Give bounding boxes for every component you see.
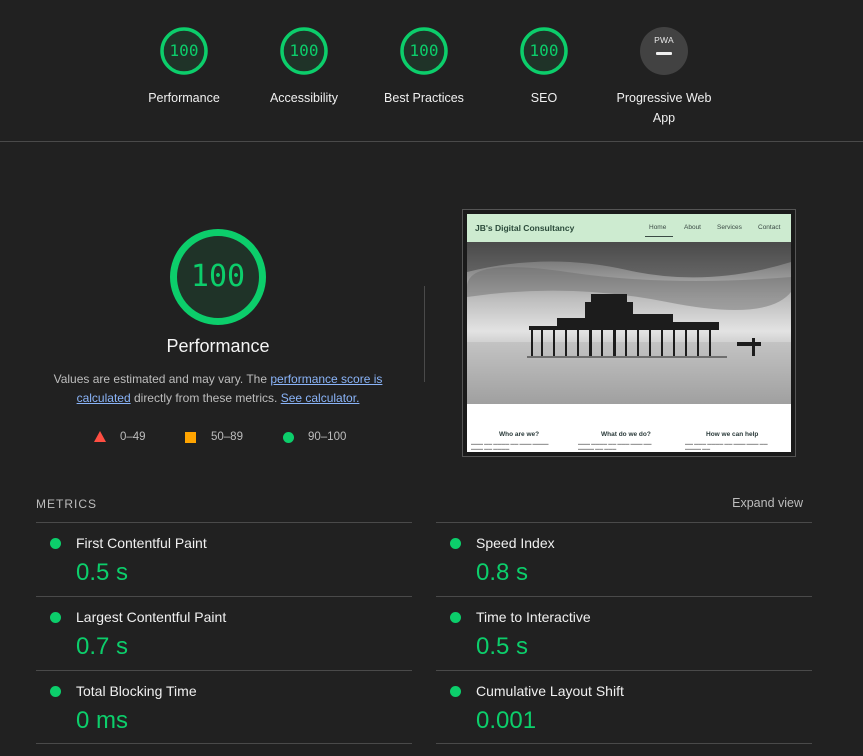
pass-circle-icon — [450, 686, 461, 697]
metric-name: Total Blocking Time — [76, 683, 197, 699]
metric-name: Cumulative Layout Shift — [476, 683, 624, 699]
gauge-label: Performance — [148, 91, 220, 105]
gauge-accessibility[interactable]: 100 Accessibility — [244, 26, 364, 108]
gauge-pwa[interactable]: PWA Progressive Web App — [604, 26, 724, 128]
gauge-score: 100 — [529, 41, 559, 60]
see-calculator-link[interactable]: See calculator. — [281, 391, 360, 405]
header-divider — [0, 141, 863, 142]
performance-description: Values are estimated and may vary. The p… — [38, 370, 398, 408]
screenshot-brand: JB's Digital Consultancy — [475, 223, 575, 233]
screenshot-nav-link: Contact — [758, 224, 781, 231]
active-nav-indicator — [645, 236, 673, 237]
pass-circle-icon — [50, 612, 61, 623]
screenshot-nav-link: About — [684, 224, 701, 231]
metric-value: 0.7 s — [76, 633, 129, 660]
pwa-dash-icon — [656, 52, 672, 55]
pass-circle-icon — [450, 612, 461, 623]
metrics-divider — [36, 743, 412, 744]
gauge-best-practices[interactable]: 100 Best Practices — [364, 26, 484, 108]
pass-circle-icon — [450, 538, 461, 549]
metric-largest-contentful-paint: Largest Contentful Paint 0.7 s — [36, 596, 412, 670]
gauge-seo[interactable]: 100 SEO — [484, 26, 604, 108]
metric-name: Speed Index — [476, 535, 555, 551]
screenshot-nav-link: Home — [649, 224, 667, 231]
screenshot-nav-link: Services — [717, 224, 742, 231]
pass-circle-icon — [50, 538, 61, 549]
gauge-label: Accessibility — [269, 91, 339, 105]
pier-photo — [467, 242, 791, 404]
metric-value: 0.5 s — [476, 633, 529, 660]
performance-title: Performance — [166, 336, 270, 356]
gauge-ring: 100 — [279, 26, 329, 76]
gauge-score: 100 — [409, 41, 439, 60]
metric-cumulative-layout-shift: Cumulative Layout Shift 0.001 — [436, 670, 812, 744]
gauge-performance[interactable]: 100 Performance — [124, 26, 244, 108]
screenshot-section-title: Who are we? — [499, 431, 540, 438]
triangle-icon — [94, 431, 106, 442]
desc-text: directly from these metrics. — [130, 391, 281, 405]
legend-average-label: 50–89 — [211, 431, 243, 443]
circle-icon — [283, 432, 294, 443]
gauge-label: Progressive Web App — [604, 88, 724, 128]
metrics-divider — [436, 743, 812, 744]
gauge-score: 100 — [169, 41, 199, 60]
screenshot-blurred-text: ▬▬ ▬▬▬ ▬▬▬▬ ▬▬ ▬▬▬ ▬▬▬ ▬▬ ▬▬▬▬ ▬▬ — [685, 441, 768, 451]
screenshot-section-title: What do we do? — [601, 431, 651, 438]
gauge-ring: 100 — [399, 26, 449, 76]
metric-first-contentful-paint: First Contentful Paint 0.5 s — [36, 522, 412, 596]
desc-text: Values are estimated and may vary. The — [53, 372, 271, 386]
metric-value: 0.001 — [476, 707, 537, 734]
legend-fail-label: 0–49 — [120, 431, 146, 443]
screenshot-blurred-text: ▬▬▬ ▬▬▬▬ ▬▬ ▬▬▬ ▬▬▬ ▬▬ ▬▬▬▬ ▬▬ ▬▬▬ — [578, 441, 652, 451]
pwa-label-line1: Progressive Web — [616, 91, 712, 105]
expand-view-toggle[interactable]: Expand view — [732, 496, 803, 510]
metric-value: 0.5 s — [76, 559, 129, 586]
metric-speed-index: Speed Index 0.8 s — [436, 522, 812, 596]
gauge-label: SEO — [530, 91, 558, 105]
screenshot-page: JB's Digital Consultancy Home About Serv… — [467, 214, 791, 452]
pwa-label-line2: App — [652, 111, 676, 125]
metric-time-to-interactive: Time to Interactive 0.5 s — [436, 596, 812, 670]
performance-gauge: 100 — [168, 227, 268, 327]
screenshot-blurred-text: ▬▬▬ ▬▬ ▬▬▬▬ ▬▬ ▬▬▬ ▬▬▬▬ ▬▬▬ ▬▬ ▬▬▬▬ — [471, 441, 549, 451]
metric-name: Largest Contentful Paint — [76, 609, 227, 625]
pwa-badge-icon: PWA — [639, 26, 689, 76]
gauge-label: Best Practices — [384, 91, 464, 105]
final-screenshot[interactable]: JB's Digital Consultancy Home About Serv… — [462, 209, 796, 457]
pass-circle-icon — [50, 686, 61, 697]
metric-value: 0.8 s — [476, 559, 529, 586]
performance-score: 100 — [190, 259, 246, 294]
category-gauges: 100 Performance 100 Accessibility 100 Be… — [0, 0, 863, 141]
square-icon — [185, 432, 196, 443]
gauge-score: 100 — [289, 41, 319, 60]
metric-name: Time to Interactive — [476, 609, 591, 625]
metric-value: 0 ms — [76, 707, 129, 734]
legend-pass-label: 90–100 — [308, 431, 347, 443]
metrics-header: METRICS — [36, 497, 97, 511]
screenshot-section-title: How we can help — [706, 431, 759, 438]
screenshot-navbar: JB's Digital Consultancy Home About Serv… — [467, 214, 791, 242]
gauge-ring: 100 — [519, 26, 569, 76]
pwa-badge-text: PWA — [654, 35, 674, 45]
metric-name: First Contentful Paint — [76, 535, 207, 551]
metric-total-blocking-time: Total Blocking Time 0 ms — [36, 670, 412, 744]
lighthouse-report: 100 Performance 100 Accessibility 100 Be… — [0, 0, 863, 756]
summary-divider — [424, 286, 425, 382]
gauge-ring: 100 — [159, 26, 209, 76]
